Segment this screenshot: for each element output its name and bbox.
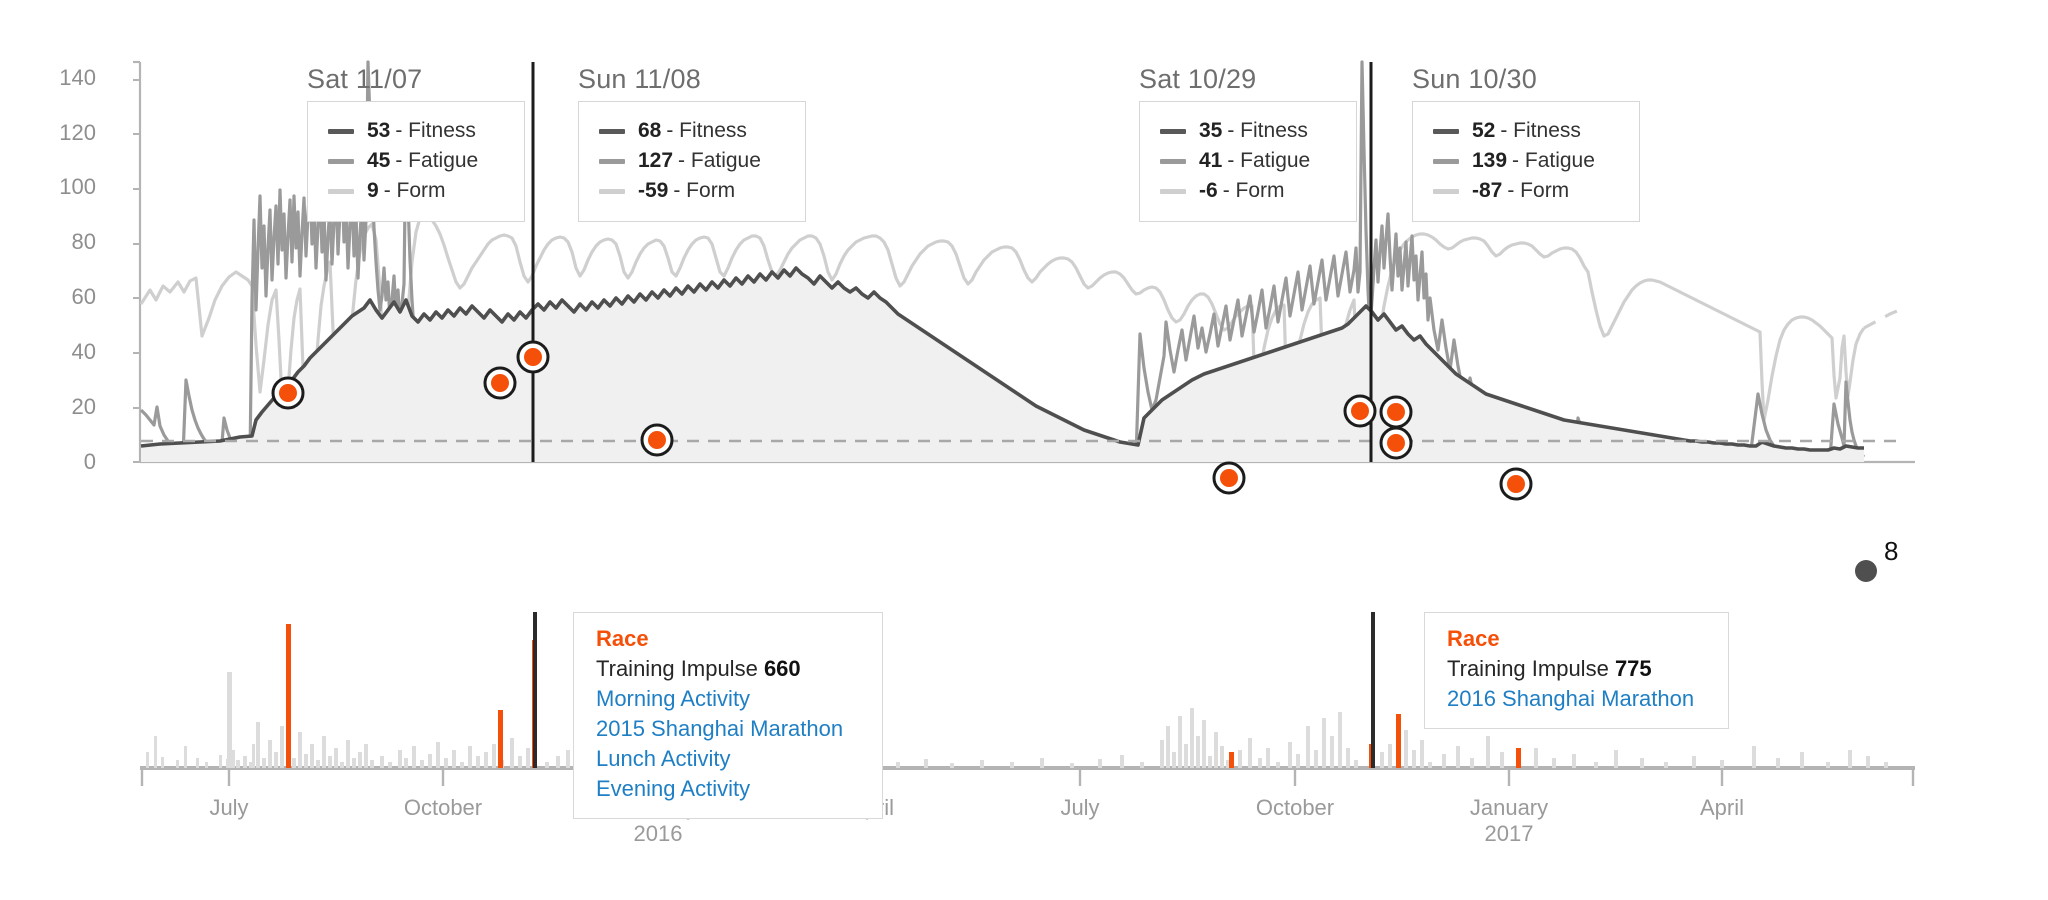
race-card-header: Race	[1447, 626, 1500, 651]
fatigue-value: 139	[1472, 149, 1508, 172]
x-axis-tick-january-2017: January 2017	[1469, 795, 1549, 846]
tooltip-box: 68 - Fitness 127 - Fatigue -59 - Form	[578, 101, 806, 222]
fitness-label: - Fitness	[1227, 119, 1308, 142]
race-activity-link[interactable]: Evening Activity	[596, 774, 862, 804]
tooltip-title: Sat 11/07	[307, 64, 423, 94]
tooltip-row-form: 9 - Form	[328, 176, 504, 206]
fatigue-label: - Fatigue	[395, 149, 479, 172]
race-card-2015[interactable]: Race Training Impulse 660 Morning Activi…	[573, 612, 883, 819]
selection-bar-line-2	[1371, 612, 1375, 768]
tooltip-box: 35 - Fitness 41 - Fatigue -6 - Form	[1139, 101, 1357, 222]
race-activity-link[interactable]: Lunch Activity	[596, 744, 862, 774]
race-marker	[1379, 426, 1413, 460]
tooltip-row-fitness: 68 - Fitness	[599, 116, 785, 146]
race-activity-link[interactable]: 2015 Shanghai Marathon	[596, 714, 862, 744]
x-axis-tick-july-2016: July	[1060, 795, 1100, 820]
fitness-swatch-icon	[328, 128, 354, 134]
form-label: - Form	[1507, 179, 1570, 202]
fatigue-swatch-icon	[328, 158, 354, 164]
tooltip-sat-1029[interactable]: Sat 10/29 35 - Fitness 41 - Fatigue -6 -…	[1139, 64, 1357, 222]
tooltip-box: 52 - Fitness 139 - Fatigue -87 - Form	[1412, 101, 1640, 222]
fitness-value: 52	[1472, 119, 1496, 142]
fatigue-label: - Fatigue	[1227, 149, 1311, 172]
tooltip-row-form: -87 - Form	[1433, 176, 1619, 206]
fitness-swatch-icon	[1160, 128, 1186, 134]
fitness-label: - Fitness	[395, 119, 476, 142]
tooltip-row-form: -59 - Form	[599, 176, 785, 206]
x-axis-tick-july-2015: July	[209, 795, 249, 820]
x-axis-tick-april-2017: April	[1699, 795, 1744, 820]
form-swatch-icon	[1160, 188, 1186, 194]
tooltip-row-fatigue: 139 - Fatigue	[1433, 146, 1619, 176]
x-axis-ticks	[140, 770, 1915, 786]
tooltip-box: 53 - Fitness 45 - Fatigue 9 - Form	[307, 101, 525, 222]
tooltip-sun-1030[interactable]: Sun 10/30 52 - Fitness 139 - Fatigue -87…	[1412, 64, 1640, 222]
race-marker	[1499, 467, 1533, 501]
x-axis-tick-october-2015: October	[403, 795, 483, 820]
fatigue-swatch-icon	[599, 158, 625, 164]
fitness-value: 53	[367, 119, 391, 142]
race-marker	[1379, 395, 1413, 429]
race-marker	[271, 376, 305, 410]
form-label: - Form	[1222, 179, 1285, 202]
training-impulse-row: Training Impulse 660	[596, 654, 862, 684]
fitness-swatch-icon	[1433, 128, 1459, 134]
race-card-header: Race	[596, 626, 649, 651]
fitness-label: - Fitness	[1500, 119, 1581, 142]
race-marker	[516, 340, 550, 374]
training-impulse-value: 775	[1614, 656, 1652, 681]
form-swatch-icon	[599, 188, 625, 194]
x-axis-tick-october-2016: October	[1255, 795, 1335, 820]
tooltip-row-fitness: 52 - Fitness	[1433, 116, 1619, 146]
form-value: -6	[1199, 179, 1218, 202]
fatigue-label: - Fatigue	[1512, 149, 1595, 172]
tooltip-row-form: -6 - Form	[1160, 176, 1336, 206]
training-impulse-label: Training Impulse	[1447, 656, 1609, 681]
form-label: - Form	[673, 179, 736, 202]
tooltip-sat-1107[interactable]: Sat 11/07 53 - Fitness 45 - Fatigue 9 - …	[307, 64, 525, 222]
tooltip-title: Sun 11/08	[578, 64, 701, 94]
fitness-value: 35	[1199, 119, 1223, 142]
training-impulse-row: Training Impulse 775	[1447, 654, 1708, 684]
fatigue-value: 45	[367, 149, 391, 172]
race-activity-link[interactable]: Morning Activity	[596, 684, 862, 714]
race-activity-link[interactable]: 2016 Shanghai Marathon	[1447, 684, 1708, 714]
selection-bar-line-1	[533, 612, 537, 768]
tooltip-title: Sat 10/29	[1139, 64, 1257, 94]
race-marker	[1343, 394, 1377, 428]
fatigue-value: 127	[638, 149, 674, 172]
fatigue-swatch-icon	[1160, 158, 1186, 164]
tooltip-row-fitness: 35 - Fitness	[1160, 116, 1336, 146]
tooltip-row-fitness: 53 - Fitness	[328, 116, 504, 146]
form-label: - Form	[383, 179, 446, 202]
tooltip-row-fatigue: 45 - Fatigue	[328, 146, 504, 176]
training-impulse-label: Training Impulse	[596, 656, 758, 681]
tooltip-title: Sun 10/30	[1412, 64, 1537, 94]
fatigue-value: 41	[1199, 149, 1223, 172]
form-value: -87	[1472, 179, 1503, 202]
fatigue-swatch-icon	[1433, 158, 1459, 164]
race-marker	[1212, 461, 1246, 495]
form-projection-dashed	[1863, 307, 1900, 330]
race-marker	[483, 366, 517, 400]
form-value: 9	[367, 179, 379, 202]
tooltip-row-fatigue: 127 - Fatigue	[599, 146, 785, 176]
tooltip-sun-1108[interactable]: Sun 11/08 68 - Fitness 127 - Fatigue -59…	[578, 64, 806, 222]
fatigue-label: - Fatigue	[678, 149, 761, 172]
form-value: -59	[638, 179, 669, 202]
tooltip-row-fatigue: 41 - Fatigue	[1160, 146, 1336, 176]
race-marker	[640, 423, 674, 457]
fitness-fatigue-form-chart: 140 120 100 80 60 40 20 0 July October 2…	[0, 0, 2048, 900]
race-card-2016[interactable]: Race Training Impulse 775 2016 Shanghai …	[1424, 612, 1729, 729]
fitness-end-value-label: 8	[1884, 536, 1899, 566]
form-swatch-icon	[328, 188, 354, 194]
fitness-swatch-icon	[599, 128, 625, 134]
form-swatch-icon	[1433, 188, 1459, 194]
fitness-value: 68	[638, 119, 662, 142]
fitness-label: - Fitness	[666, 119, 747, 142]
training-impulse-value: 660	[763, 656, 801, 681]
fitness-end-dot	[1855, 560, 1877, 582]
